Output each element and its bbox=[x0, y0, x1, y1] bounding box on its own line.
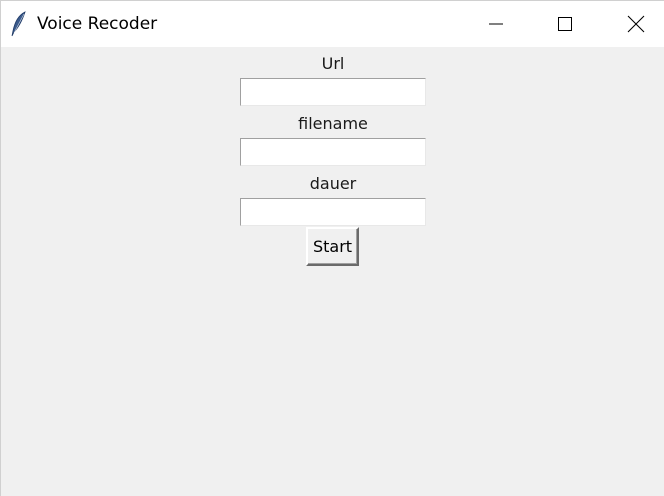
app-window: Voice Recoder Url filename dauer Start bbox=[0, 0, 664, 496]
close-icon bbox=[627, 15, 645, 33]
window-title: Voice Recoder bbox=[37, 14, 158, 34]
start-button[interactable]: Start bbox=[306, 227, 359, 266]
url-label: Url bbox=[321, 54, 345, 73]
maximize-button[interactable] bbox=[542, 1, 588, 47]
minimize-icon bbox=[488, 16, 504, 32]
minimize-button[interactable] bbox=[473, 1, 519, 47]
form-area: Url filename dauer Start bbox=[1, 47, 664, 496]
maximize-icon bbox=[557, 16, 573, 32]
filename-input[interactable] bbox=[240, 138, 426, 166]
close-button[interactable] bbox=[613, 1, 659, 47]
title-bar[interactable]: Voice Recoder bbox=[1, 1, 664, 47]
dauer-input[interactable] bbox=[240, 198, 426, 226]
url-input[interactable] bbox=[240, 78, 426, 106]
dauer-label: dauer bbox=[309, 174, 357, 193]
filename-label: filename bbox=[298, 114, 368, 133]
feather-icon bbox=[10, 11, 28, 37]
